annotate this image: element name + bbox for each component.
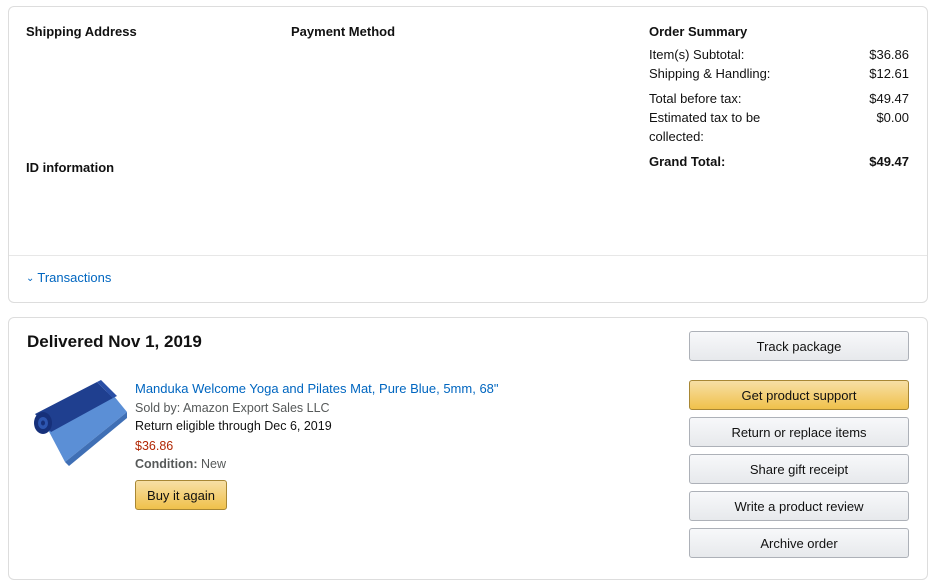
return-replace-button[interactable]: Return or replace items xyxy=(689,417,909,447)
track-package-button[interactable]: Track package xyxy=(689,331,909,361)
yoga-mat-icon xyxy=(34,380,127,466)
transactions-toggle[interactable]: ⌄ Transactions xyxy=(26,270,111,285)
estimated-tax-label-line2: collected: xyxy=(649,129,704,144)
estimated-tax-row: Estimated tax to be collected: $0.00 xyxy=(649,108,909,146)
shipment-box: Delivered Nov 1, 2019 Manduka Welcome Yo… xyxy=(8,317,928,580)
subtotal-value: $36.86 xyxy=(869,47,909,62)
yoga-mat-image[interactable] xyxy=(31,376,127,472)
condition-label: Condition: xyxy=(135,457,198,471)
order-info-box: Shipping Address Payment Method ID infor… xyxy=(8,6,928,303)
chevron-down-icon: ⌄ xyxy=(26,273,35,284)
item-price: $36.86 xyxy=(135,439,174,453)
grand-total-label: Grand Total: xyxy=(649,154,726,169)
section-divider xyxy=(9,255,927,256)
estimated-tax-value: $0.00 xyxy=(876,110,909,125)
shipping-label: Shipping & Handling: xyxy=(649,66,771,81)
sold-by: Sold by: Amazon Export Sales LLC xyxy=(135,401,330,415)
shipping-address-heading: Shipping Address xyxy=(26,24,137,39)
delivery-status: Delivered Nov 1, 2019 xyxy=(27,332,202,351)
return-eligibility: Return eligible through Dec 6, 2019 xyxy=(135,419,332,433)
id-information-heading: ID information xyxy=(26,160,115,175)
estimated-tax-label-line1: Estimated tax to be xyxy=(649,110,761,125)
order-summary-heading: Order Summary xyxy=(649,24,748,39)
archive-order-button[interactable]: Archive order xyxy=(689,528,909,558)
estimated-tax-label: Estimated tax to be collected: xyxy=(649,108,760,146)
write-review-button[interactable]: Write a product review xyxy=(689,491,909,521)
buy-it-again-button[interactable]: Buy it again xyxy=(135,480,227,510)
product-title-link[interactable]: Manduka Welcome Yoga and Pilates Mat, Pu… xyxy=(135,381,499,396)
get-product-support-button[interactable]: Get product support xyxy=(689,380,909,410)
before-tax-value: $49.47 xyxy=(869,91,909,106)
transactions-label: Transactions xyxy=(37,270,112,285)
condition-value: New xyxy=(200,457,226,471)
payment-method-heading: Payment Method xyxy=(291,24,396,39)
before-tax-label: Total before tax: xyxy=(649,91,742,106)
subtotal-label: Item(s) Subtotal: xyxy=(649,47,745,62)
item-condition: Condition: New xyxy=(135,457,226,471)
grand-total-value: $49.47 xyxy=(869,154,909,169)
share-gift-receipt-button[interactable]: Share gift receipt xyxy=(689,454,909,484)
shipping-value: $12.61 xyxy=(869,66,909,81)
